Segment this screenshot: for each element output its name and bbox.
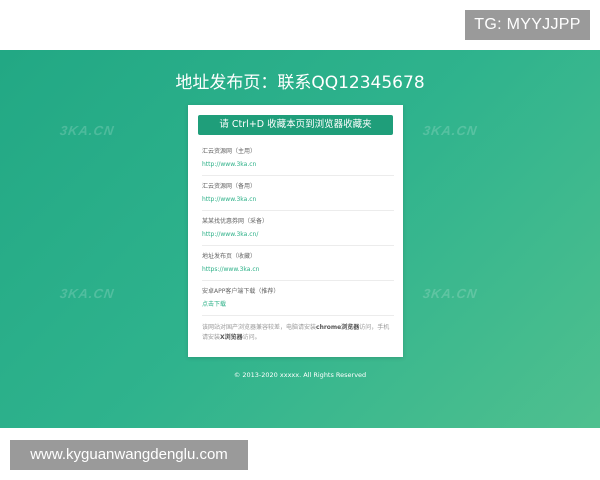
link-name: 某某找优惠券网（采备） (202, 218, 269, 225)
address-card: 请 Ctrl+D 收藏本页到浏览器收藏夹 汇云资源网（主用） http://ww… (188, 105, 403, 357)
address-link-list: 汇云资源网（主用） http://www.3ka.cn 汇云资源网（备用） ht… (202, 141, 394, 343)
browser-tip: 该网站对国产浏览器兼容较差，电脑请安装chrome浏览器访问，手机请安装X浏览器… (202, 323, 394, 343)
tip-text-3: 访问。 (242, 334, 261, 341)
link-url[interactable]: https://www.3ka.cn (202, 265, 394, 274)
link-url[interactable]: http://www.3ka.cn/ (202, 230, 394, 239)
site-url-banner: www.kyguanwangdenglu.com (10, 440, 248, 470)
page: TG: MYYJJPP 地址发布页：联系QQ12345678 3KA.CN 3K… (0, 0, 600, 480)
tip-browser-x: X浏览器 (220, 334, 243, 341)
tip-browser-chrome: chrome浏览器 (316, 324, 360, 331)
link-url[interactable]: http://www.3ka.cn (202, 195, 394, 204)
tg-contact-badge: TG: MYYJJPP (465, 10, 590, 40)
link-name: 汇云资源网（备用） (202, 183, 257, 190)
watermark-left-bottom: 3KA.CN (58, 286, 116, 301)
watermark-right-bottom: 3KA.CN (421, 286, 479, 301)
watermark-right-top: 3KA.CN (421, 123, 479, 138)
tip-text-1: 该网站对国产浏览器兼容较差，电脑请安装 (202, 324, 317, 331)
list-item[interactable]: 某某找优惠券网（采备） http://www.3ka.cn/ (202, 211, 394, 246)
page-title: 地址发布页：联系QQ12345678 (175, 73, 425, 93)
link-name: 汇云资源网（主用） (202, 148, 257, 155)
watermark-left-top: 3KA.CN (58, 123, 116, 138)
link-url[interactable]: http://www.3ka.cn (202, 160, 394, 169)
footer-copyright: © 2013-2020 xxxxx. All Rights Reserved (233, 371, 367, 379)
link-name: 地址发布页（收藏） (202, 253, 257, 260)
bookmark-button[interactable]: 请 Ctrl+D 收藏本页到浏览器收藏夹 (198, 115, 393, 135)
list-item[interactable]: 地址发布页（收藏） https://www.3ka.cn (202, 246, 394, 281)
app-download-link[interactable]: 点击下载 (202, 300, 394, 309)
list-item[interactable]: 汇云资源网（主用） http://www.3ka.cn (202, 141, 394, 176)
app-download-title: 安卓APP客户端下载（推荐） (202, 288, 280, 295)
app-download-item: 安卓APP客户端下载（推荐） 点击下载 (202, 281, 394, 316)
list-item[interactable]: 汇云资源网（备用） http://www.3ka.cn (202, 176, 394, 211)
